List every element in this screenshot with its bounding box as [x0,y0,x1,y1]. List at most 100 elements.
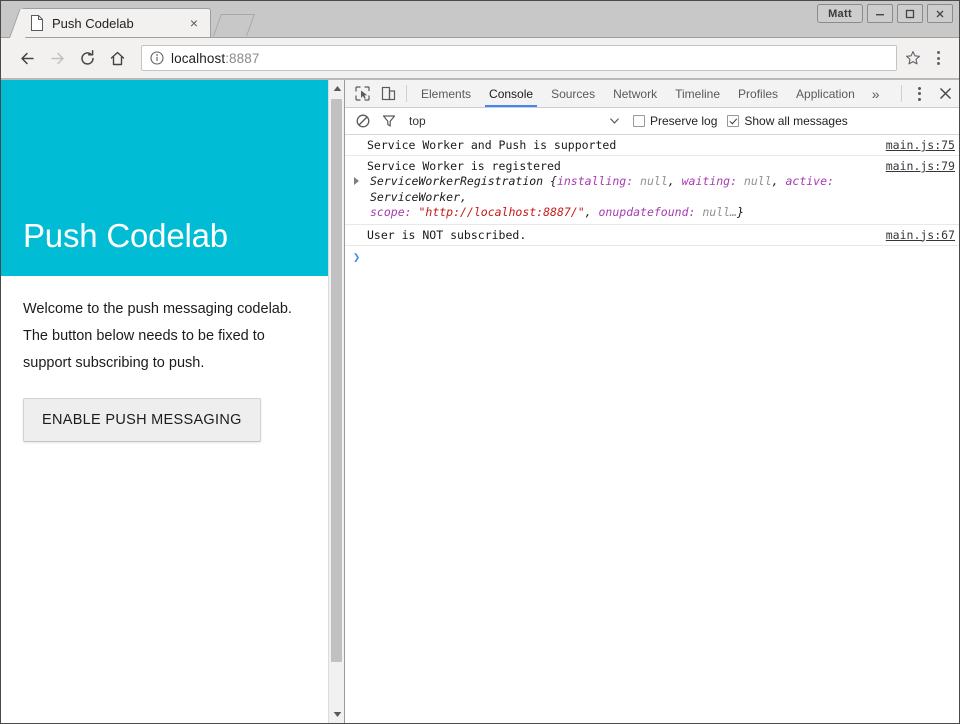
web-page: Push Codelab Welcome to the push messagi… [1,80,328,723]
console-object-text: ServiceWorkerRegistration {installing: n… [367,174,876,221]
tab-strip: Push Codelab × Matt [1,1,959,37]
show-all-messages-label: Show all messages [744,114,847,128]
show-all-messages-checkbox[interactable]: Show all messages [727,114,847,128]
star-icon[interactable] [903,48,923,68]
console-message-body: Service Worker and Push is supported [367,138,876,152]
console-prompt[interactable]: ❯ [345,246,959,268]
console-message-text: Service Worker and Push is supported [367,138,876,152]
device-toolbar-icon[interactable] [375,80,401,107]
preserve-log-checkbox[interactable]: Preserve log [633,114,717,128]
clear-console-icon[interactable] [351,110,375,132]
url-port: :8887 [225,51,259,66]
devtools-tab-profiles[interactable]: Profiles [729,80,787,107]
console-object-preview[interactable]: ServiceWorkerRegistration {installing: n… [367,174,876,221]
console-message-text: User is NOT subscribed. [367,228,876,242]
browser-window: Push Codelab × Matt [0,0,960,724]
object-prop-value: null… [702,205,737,219]
preserve-log-label: Preserve log [650,114,717,128]
object-prop-value: ServiceWorker [370,190,460,204]
expand-triangle-icon[interactable] [354,177,359,185]
filter-funnel-icon[interactable] [377,110,401,132]
scrollbar-thumb[interactable] [331,99,342,662]
toolbar-divider-right [901,85,902,102]
object-prop-value: null [640,174,668,188]
content-area: Push Codelab Welcome to the push messagi… [1,79,959,723]
tab-close-icon[interactable]: × [186,15,202,31]
object-sep: , [772,174,786,188]
devtools-tabbar-right [896,80,959,107]
object-prop-key: onupdatefound: [599,205,703,219]
close-button[interactable] [927,4,953,23]
page-body: Welcome to the push messaging codelab. T… [1,276,328,442]
object-open-brace: { [550,174,557,188]
scroll-up-arrow-icon[interactable] [329,80,345,97]
maximize-button[interactable] [897,4,923,23]
forward-arrow-icon [43,44,71,72]
inspect-element-icon[interactable] [349,80,375,107]
devtools-tabbar: Elements Console Sources Network Timelin… [345,80,959,108]
url-text: localhost:8887 [171,51,259,66]
object-constructor: ServiceWorkerRegistration [370,174,550,188]
devtools-panel: Elements Console Sources Network Timelin… [345,80,959,723]
console-message[interactable]: Service Worker is registered ServiceWork… [345,156,959,225]
browser-tab[interactable]: Push Codelab × [21,8,211,37]
devtools-tab-network[interactable]: Network [604,80,666,107]
object-prop-value: null [744,174,772,188]
back-arrow-icon[interactable] [13,44,41,72]
object-sep: , [460,190,467,204]
window-controls: Matt [817,4,953,23]
console-prompt-chevron-icon: ❯ [353,250,360,264]
profile-button[interactable]: Matt [817,4,863,23]
preserve-log-box[interactable] [633,115,645,127]
page-description: Welcome to the push messaging codelab. T… [23,296,306,376]
devtools-tab-timeline[interactable]: Timeline [666,80,729,107]
page-icon [30,15,44,31]
page-title: Push Codelab [23,219,228,252]
object-prop-key: installing: [557,174,640,188]
chevron-down-icon[interactable] [605,118,623,124]
info-circle-icon[interactable] [150,51,164,65]
console-message[interactable]: User is NOT subscribed. main.js:67 [345,225,959,246]
devtools-tab-application[interactable]: Application [787,80,864,107]
console-message[interactable]: Service Worker and Push is supported mai… [345,135,959,156]
console-filter-bar: top Preserve log Show all messages [345,108,959,135]
toolbar-divider [406,85,407,102]
three-dot-menu-icon[interactable] [925,44,951,72]
console-message-text: Service Worker is registered [367,159,876,173]
show-all-messages-box[interactable] [727,115,739,127]
object-prop-key: waiting: [682,174,744,188]
address-bar[interactable]: localhost:8887 [141,45,897,71]
devtools-tab-console[interactable]: Console [480,80,542,107]
tab-title: Push Codelab [52,16,186,31]
console-message-body: Service Worker is registered ServiceWork… [367,159,876,221]
object-sep: , [668,174,682,188]
object-prop-value: "http://localhost:8887/" [418,205,584,219]
console-log-area[interactable]: Service Worker and Push is supported mai… [345,135,959,723]
console-source-link[interactable]: main.js:75 [886,138,955,152]
scroll-down-arrow-icon[interactable] [329,706,345,723]
console-context-label: top [409,114,426,128]
browser-toolbar: localhost:8887 [1,37,959,79]
url-host: localhost [171,51,225,66]
console-context-selector[interactable]: top [403,114,603,128]
devtools-tab-elements[interactable]: Elements [412,80,480,107]
new-tab-button[interactable] [213,14,255,36]
object-prop-key: active: [785,174,833,188]
page-viewport: Push Codelab Welcome to the push messagi… [1,80,345,723]
devtools-overflow-icon[interactable]: » [864,80,888,107]
console-source-link[interactable]: main.js:79 [886,159,955,173]
devtools-close-icon[interactable] [931,80,959,107]
home-icon[interactable] [103,44,131,72]
enable-push-messaging-button[interactable]: ENABLE PUSH MESSAGING [23,398,261,442]
console-source-link[interactable]: main.js:67 [886,228,955,242]
devtools-more-icon[interactable] [907,80,931,107]
minimize-button[interactable] [867,4,893,23]
object-prop-key: scope: [370,205,418,219]
object-close-brace: } [737,205,744,219]
reload-icon[interactable] [73,44,101,72]
devtools-tab-sources[interactable]: Sources [542,80,604,107]
page-scrollbar[interactable] [328,80,344,723]
page-hero: Push Codelab [1,80,328,276]
console-message-body: User is NOT subscribed. [367,228,876,242]
object-sep: , [585,205,599,219]
